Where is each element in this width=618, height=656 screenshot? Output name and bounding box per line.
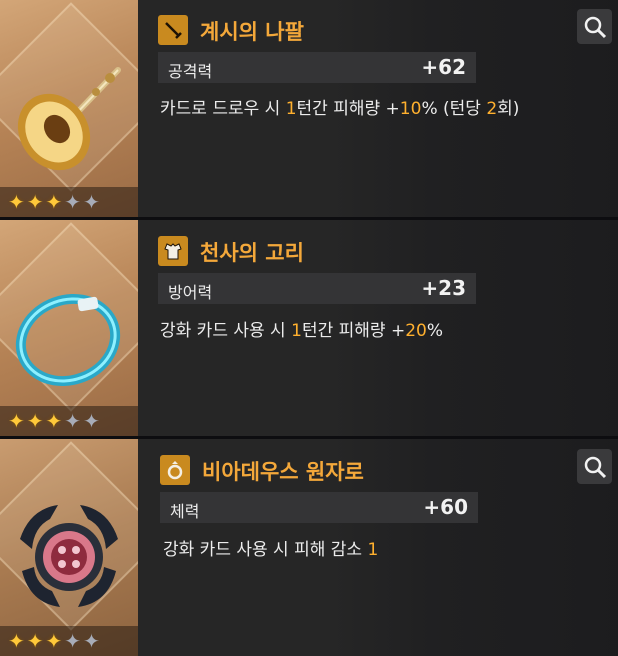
search-button[interactable] bbox=[577, 9, 612, 44]
search-icon bbox=[584, 16, 606, 38]
ring-icon bbox=[160, 455, 190, 485]
stat-label: 방어력 bbox=[168, 283, 213, 302]
star-filled-icon: ✦ bbox=[8, 409, 25, 433]
reactor-item-image bbox=[20, 505, 118, 607]
star-filled-icon: ✦ bbox=[8, 190, 25, 214]
stat-row: 공격력 +62 bbox=[158, 52, 476, 83]
halo-ring-item-image bbox=[15, 293, 121, 387]
armor-icon bbox=[158, 236, 188, 266]
equipment-card-reactor[interactable]: ✦ ✦ ✦ ✦ ✦ 비아데우스 원자로 체력 +60 강화 카드 사용 시 피해… bbox=[0, 439, 618, 656]
equipment-card-trumpet[interactable]: ✦ ✦ ✦ ✦ ✦ 계시의 나팔 공격력 +62 카드로 드로우 시 1턴간 피… bbox=[0, 0, 618, 217]
item-title: 계시의 나팔 bbox=[200, 20, 304, 44]
item-description: 강화 카드 사용 시 1턴간 피해량 +20% bbox=[160, 321, 443, 341]
stat-value: +23 bbox=[421, 276, 466, 300]
star-filled-icon: ✦ bbox=[26, 409, 44, 433]
item-description: 강화 카드 사용 시 피해 감소 1 bbox=[163, 540, 379, 560]
star-rating: ✦ ✦ ✦ ✦ ✦ bbox=[8, 410, 100, 432]
star-filled-icon: ✦ bbox=[8, 629, 25, 653]
star-empty-icon: ✦ bbox=[64, 409, 82, 433]
star-empty-icon: ✦ bbox=[83, 409, 100, 433]
star-filled-icon: ✦ bbox=[45, 190, 63, 214]
trumpet-item-image bbox=[17, 67, 121, 171]
stat-row: 방어력 +23 bbox=[158, 273, 476, 304]
item-title: 천사의 고리 bbox=[200, 241, 304, 265]
item-portrait[interactable]: ✦ ✦ ✦ ✦ ✦ bbox=[0, 0, 138, 217]
star-empty-icon: ✦ bbox=[64, 629, 82, 653]
stat-value: +60 bbox=[423, 495, 468, 519]
star-rating: ✦ ✦ ✦ ✦ ✦ bbox=[8, 630, 100, 652]
stat-label: 체력 bbox=[170, 502, 200, 521]
item-description: 카드로 드로우 시 1턴간 피해량 +10% (턴당 2회) bbox=[160, 99, 520, 119]
star-empty-icon: ✦ bbox=[83, 190, 100, 214]
star-filled-icon: ✦ bbox=[26, 190, 44, 214]
item-title: 비아데우스 원자로 bbox=[202, 460, 364, 484]
star-rating: ✦ ✦ ✦ ✦ ✦ bbox=[8, 191, 100, 213]
star-filled-icon: ✦ bbox=[45, 409, 63, 433]
item-portrait[interactable]: ✦ ✦ ✦ ✦ ✦ bbox=[0, 220, 138, 436]
search-button[interactable] bbox=[577, 449, 612, 484]
stat-label: 공격력 bbox=[168, 62, 213, 81]
sword-icon bbox=[158, 15, 188, 45]
item-portrait[interactable]: ✦ ✦ ✦ ✦ ✦ bbox=[0, 439, 138, 656]
star-empty-icon: ✦ bbox=[83, 629, 100, 653]
equipment-card-halo[interactable]: ✦ ✦ ✦ ✦ ✦ 천사의 고리 방어력 +23 강화 카드 사용 시 1턴간 … bbox=[0, 220, 618, 436]
star-empty-icon: ✦ bbox=[64, 190, 82, 214]
star-filled-icon: ✦ bbox=[26, 629, 44, 653]
stat-row: 체력 +60 bbox=[160, 492, 478, 523]
stat-value: +62 bbox=[421, 55, 466, 79]
star-filled-icon: ✦ bbox=[45, 629, 63, 653]
search-icon bbox=[584, 456, 606, 478]
